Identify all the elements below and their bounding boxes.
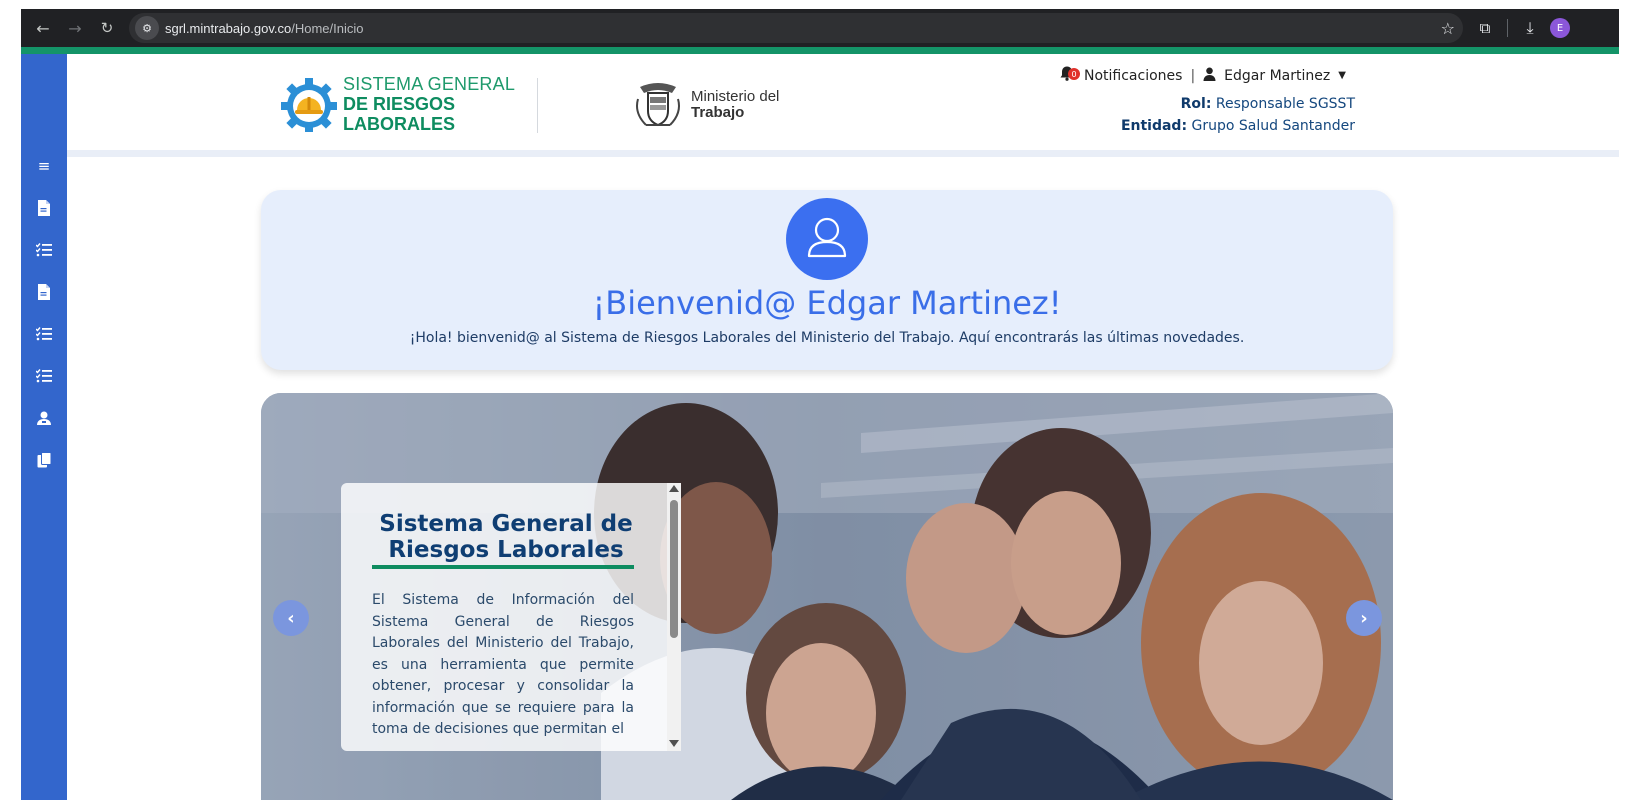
scroll-up-arrow-icon[interactable] — [669, 485, 679, 492]
ministry-line-2: Trabajo — [691, 104, 745, 121]
reload-icon[interactable]: ↻ — [95, 16, 119, 40]
checklist-icon[interactable] — [34, 240, 54, 260]
sidebar: ≡ — [21, 54, 67, 800]
user-menu-bar: 0 Notificaciones | Edgar Martinez ▼ — [1060, 66, 1346, 85]
welcome-title: ¡Bienvenid@ Edgar Martinez! — [592, 284, 1062, 322]
address-bar[interactable]: ⚙ sgrl.mintrabajo.gov.co/Home/Inicio ☆ — [129, 13, 1463, 43]
notifications-link[interactable]: Notificaciones — [1084, 68, 1182, 84]
scroll-down-arrow-icon[interactable] — [669, 740, 679, 747]
document-icon[interactable] — [34, 198, 54, 218]
role-label: Rol: — [1180, 96, 1212, 112]
download-icon[interactable]: ⤓ — [1518, 18, 1542, 38]
logo-line-3: LABORALES — [343, 114, 455, 134]
url-host: sgrl.mintrabajo.gov.co — [165, 20, 292, 36]
document-icon[interactable] — [34, 282, 54, 302]
entity-value: Grupo Salud Santander — [1191, 118, 1355, 134]
welcome-avatar — [786, 198, 868, 280]
toolbar-divider — [1507, 19, 1508, 37]
checklist-icon[interactable] — [34, 366, 54, 386]
url-path: /Home/Inicio — [291, 20, 364, 36]
sgrl-logo-text[interactable]: SISTEMA GENERAL DE RIESGOS LABORALES — [343, 74, 515, 134]
user-entity: Entidad: Grupo Salud Santander — [1121, 118, 1355, 134]
extensions-icon[interactable]: ⧉ — [1473, 19, 1497, 37]
ministry-line-1: Ministerio del — [691, 88, 780, 105]
bookmark-star-icon[interactable]: ☆ — [1441, 19, 1455, 38]
user-icon — [1203, 67, 1216, 85]
browser-toolbar: ← → ↻ ⚙ sgrl.mintrabajo.gov.co/Home/Inic… — [21, 9, 1619, 47]
carousel-prev-button[interactable]: ‹ — [273, 600, 309, 636]
profile-avatar[interactable]: E — [1550, 18, 1570, 38]
users-icon[interactable] — [34, 408, 54, 428]
welcome-text: ¡Hola! bienvenid@ al Sistema de Riesgos … — [409, 330, 1245, 346]
carousel-caption: Sistema General de Riesgos Laborales El … — [341, 483, 681, 751]
top-accent-bar — [21, 47, 1619, 54]
entity-label: Entidad: — [1120, 118, 1188, 134]
caption-scrollbar[interactable] — [667, 483, 681, 751]
hero-carousel: Sistema General de Riesgos Laborales El … — [261, 393, 1393, 800]
back-arrow-icon[interactable]: ← — [31, 16, 55, 40]
header-separator: | — [1190, 67, 1196, 84]
carousel-next-button[interactable]: › — [1346, 600, 1382, 636]
caption-underline — [372, 565, 634, 569]
notification-count-badge: 0 — [1068, 68, 1080, 80]
ministry-logo-text: Ministerio del Trabajo — [691, 89, 779, 121]
checklist-icon[interactable] — [34, 324, 54, 344]
forward-arrow-icon[interactable]: → — [63, 16, 87, 40]
caret-down-icon[interactable]: ▼ — [1338, 70, 1346, 81]
welcome-card: ¡Bienvenid@ Edgar Martinez! ¡Hola! bienv… — [261, 190, 1393, 370]
logo-divider — [537, 78, 538, 133]
caption-title: Sistema General de Riesgos Laborales — [379, 511, 633, 563]
role-value: Responsable SGSST — [1215, 96, 1355, 112]
header-divider — [67, 150, 1619, 157]
logo-line-1: SISTEMA GENERAL — [343, 74, 516, 94]
user-outline-icon — [807, 217, 847, 258]
bell-icon[interactable]: 0 — [1060, 66, 1080, 85]
logo-line-2: DE RIESGOS — [343, 94, 456, 114]
scroll-thumb[interactable] — [670, 500, 678, 638]
menu-icon[interactable]: ≡ — [34, 156, 54, 176]
user-name-dropdown[interactable]: Edgar Martinez — [1224, 68, 1330, 84]
user-role: Rol: Responsable SGSST — [1181, 96, 1355, 112]
sgrl-gear-logo-icon[interactable] — [280, 78, 338, 132]
caption-body: El Sistema de Información del Sistema Ge… — [372, 592, 634, 737]
site-settings-icon[interactable]: ⚙ — [135, 16, 159, 40]
colombia-coat-of-arms-icon — [636, 83, 680, 127]
copy-icon[interactable] — [34, 450, 54, 470]
